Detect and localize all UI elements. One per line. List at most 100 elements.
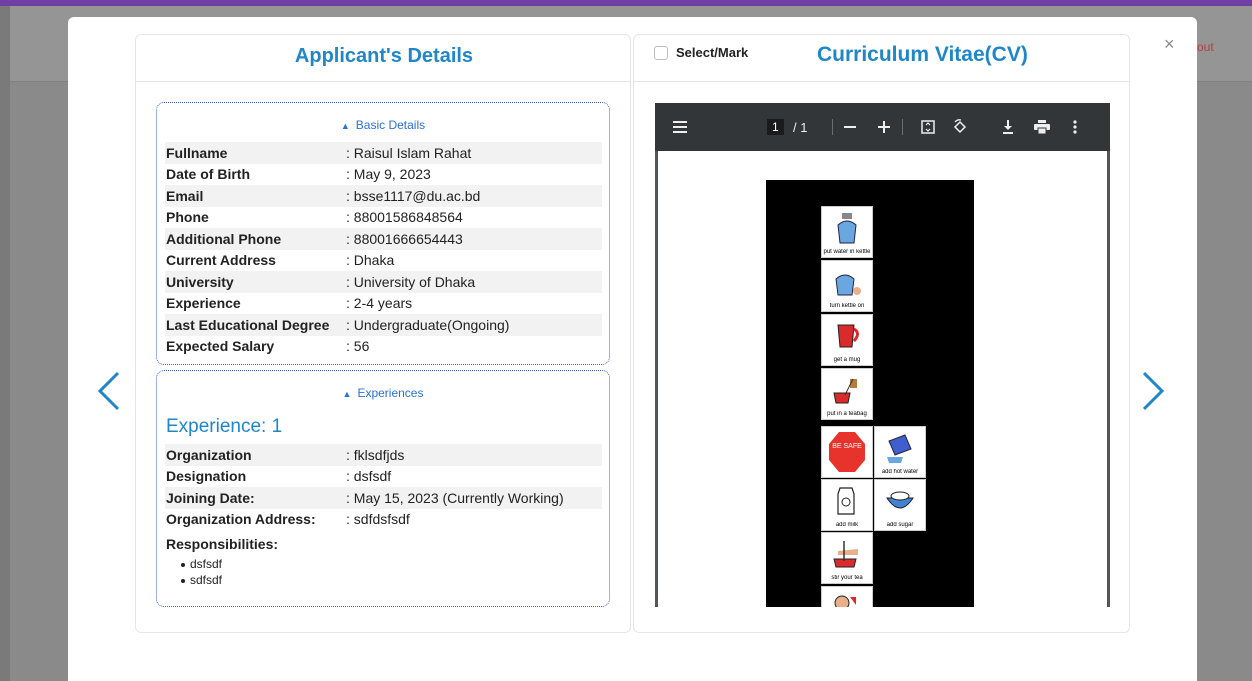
tile-caption: add hot water (881, 469, 919, 475)
detail-value: : 2-4 years (346, 295, 413, 312)
basic-details-toggle-label: Basic Details (355, 118, 426, 132)
detail-row: Current Address : Dhaka (165, 250, 602, 272)
detail-row: University : University of Dhaka (165, 271, 602, 293)
detail-row: Organization: fklsdfjds (165, 444, 602, 466)
detail-row: Expected Salary : 56 (165, 336, 602, 358)
detail-label: Fullname (166, 144, 228, 161)
pdf-page: put water in kettle turn kettle on get a… (658, 151, 1107, 607)
cv-title: Curriculum Vitae(CV) (817, 43, 1028, 66)
tile-caption: get a mug (833, 357, 861, 363)
detail-value: : 88001586848564 (346, 209, 463, 226)
list-item: sdfsdf (181, 573, 609, 589)
detail-label: Expected Salary (166, 338, 275, 355)
detail-value: : fklsdfjds (346, 446, 405, 463)
detail-label: University (166, 273, 234, 290)
detail-label: Designation (166, 468, 247, 485)
fit-page-icon[interactable] (921, 117, 935, 137)
pdf-viewer[interactable]: 1 / 1 put water in kettle turn kettle on… (655, 103, 1110, 607)
detail-value: : Raisul Islam Rahat (346, 144, 472, 161)
detail-row: Additional Phone : 88001666654443 (165, 228, 602, 250)
responsibilities-list: dsfsdf sdfsdf (181, 557, 609, 589)
detail-value: : May 9, 2023 (346, 166, 431, 183)
print-icon[interactable] (1034, 117, 1050, 137)
detail-value: : Dhaka (346, 252, 395, 269)
experiences-section: ▲ Experiences Experience: 1 Organization:… (156, 370, 610, 607)
detail-value: : sdfdsfsdf (346, 511, 410, 528)
chevron-left-icon[interactable] (94, 369, 124, 413)
detail-row: Phone : 88001586848564 (165, 207, 602, 229)
experiences-toggle[interactable]: ▲ Experiences (157, 386, 609, 404)
detail-label: Joining Date: (166, 489, 255, 506)
tile-caption: BE SAFE (832, 443, 862, 450)
basic-details-table: Fullname : Raisul Islam Rahat Date of Bir… (165, 142, 602, 357)
tile-turn-kettle-on: turn kettle on (821, 260, 873, 312)
tile-add-hot-water: add hot water (874, 426, 926, 478)
detail-label: Phone (166, 209, 209, 226)
tile-put-in-a-teabag: put in a teabag (821, 368, 873, 420)
select-mark-checkbox[interactable]: Select/Mark (654, 45, 748, 60)
zoom-in-icon[interactable] (878, 117, 890, 137)
detail-row: Experience : 2-4 years (165, 293, 602, 315)
close-icon[interactable]: × (1164, 35, 1175, 53)
tile-stir-your-tea: stir your tea (821, 532, 873, 584)
tile-caption: stir your tea (831, 575, 863, 581)
tile-add-milk: add milk (821, 479, 873, 531)
triangle-up-icon: ▲ (342, 389, 352, 399)
detail-row: Fullname : Raisul Islam Rahat (165, 142, 602, 164)
applicant-details-title: Applicant's Details (294, 45, 474, 67)
detail-value: : 56 (346, 338, 370, 355)
tile-caption: turn kettle on (829, 303, 865, 309)
page-number-input[interactable]: 1 (767, 117, 784, 137)
detail-label: Experience (166, 295, 241, 312)
detail-value: : 88001666654443 (346, 230, 463, 247)
basic-details-section: ▲ Basic Details Fullname : Raisul Islam Ra… (156, 102, 610, 365)
toolbar-separator (902, 119, 903, 135)
detail-label: Current Address (166, 252, 276, 269)
cv-header: Select/Mark Curriculum Vitae(CV) (634, 35, 1129, 82)
rotate-icon[interactable] (952, 117, 968, 137)
detail-label: Email (166, 187, 204, 204)
tile-partial (821, 586, 873, 607)
detail-label: Date of Birth (166, 166, 250, 183)
detail-row: Organization Address: : sdfdsfsdf (165, 509, 602, 531)
tile-put-water-in-kettle: put water in kettle (821, 206, 873, 258)
detail-label: Additional Phone (166, 230, 282, 247)
applicant-details-header: Applicant's Details (136, 35, 630, 82)
pdf-toolbar: 1 / 1 (655, 103, 1110, 151)
detail-label: Last Educational Degree (166, 316, 330, 333)
applicant-details-panel: Applicant's Details ▲ Basic Details Fulln… (135, 34, 631, 633)
tile-get-a-mug: get a mug (821, 314, 873, 366)
detail-value: : bsse1117@du.ac.bd (346, 187, 481, 204)
more-options-icon[interactable] (1073, 117, 1077, 137)
zoom-out-icon[interactable] (844, 117, 856, 137)
triangle-up-icon: ▲ (340, 121, 350, 131)
page-total: / 1 (793, 119, 808, 135)
menu-icon[interactable] (673, 117, 687, 137)
applicant-modal: × Applicant's Details ▲ Basic Details Ful… (68, 17, 1197, 681)
background-logout-link[interactable]: out (1197, 40, 1214, 54)
experience-heading: Experience: 1 (166, 416, 283, 437)
experience-table: Organization: fklsdfjds Designation : dsf… (165, 444, 602, 530)
basic-details-toggle[interactable]: ▲ Basic Details (157, 118, 609, 136)
responsibilities-label: Responsibilities: (166, 536, 279, 552)
detail-row: Joining Date: : May 15, 2023 (Currently W… (165, 487, 602, 509)
detail-row: Email : bsse1117@du.ac.bd (165, 185, 602, 207)
detail-label: Organization Address: (166, 511, 316, 528)
experiences-toggle-label: Experiences (357, 386, 424, 400)
cv-panel: Select/Mark Curriculum Vitae(CV) 1 / 1 p… (633, 34, 1130, 633)
detail-row: Designation : dsfsdf (165, 466, 602, 488)
checkbox-box[interactable] (654, 45, 668, 60)
tile-be-safe: BE SAFE (821, 426, 873, 478)
detail-value: : May 15, 2023 (Currently Working) (346, 489, 564, 506)
detail-row: Date of Birth : May 9, 2023 (165, 164, 602, 186)
tile-caption: add sugar (886, 522, 914, 528)
tile-caption: put water in kettle (823, 249, 871, 255)
detail-value: : University of Dhaka (346, 273, 476, 290)
detail-value: : dsfsdf (346, 468, 392, 485)
select-mark-label: Select/Mark (676, 45, 749, 60)
chevron-right-icon[interactable] (1138, 369, 1168, 413)
tile-caption: put in a teabag (827, 411, 867, 417)
detail-row: Last Educational Degree: Undergraduate(O… (165, 314, 602, 336)
tile-caption: add milk (835, 522, 859, 528)
download-icon[interactable] (1002, 117, 1014, 137)
